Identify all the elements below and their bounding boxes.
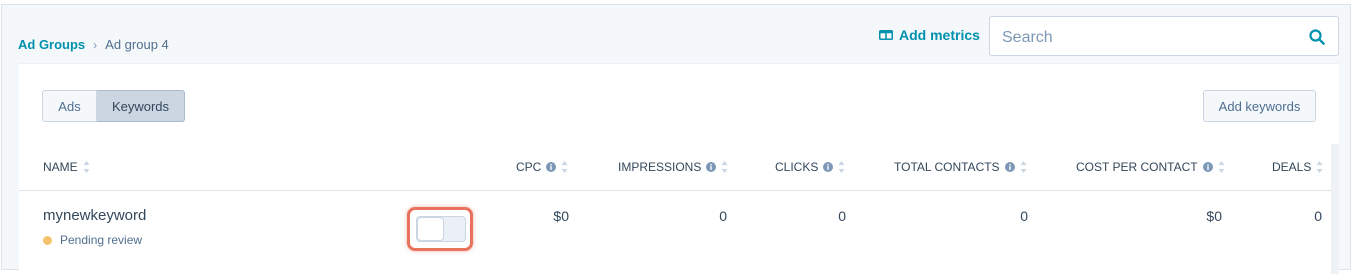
cell-cost-per-contact: $0	[1206, 208, 1222, 224]
breadcrumb-ad-groups-link[interactable]: Ad Groups	[18, 37, 85, 52]
sort-icon	[561, 161, 568, 173]
status-text: Pending review	[60, 233, 143, 247]
toggle-knob	[417, 217, 444, 241]
sort-icon	[1020, 161, 1027, 173]
search-box[interactable]	[989, 16, 1339, 56]
add-metrics-label: Add metrics	[899, 27, 980, 43]
ad-group-view: Ad Groups › Ad group 4 Add metrics Ads K…	[1, 4, 1351, 274]
sort-icon	[1316, 161, 1323, 173]
cell-clicks: 0	[838, 208, 846, 224]
column-header-total-contacts[interactable]: TOTAL CONTACTS	[894, 160, 1027, 174]
horizontal-scroll-track[interactable]	[1331, 144, 1339, 274]
tab-keywords[interactable]: Keywords	[97, 90, 185, 122]
sort-icon	[838, 161, 845, 173]
keyword-name[interactable]: mynewkeyword	[43, 207, 146, 224]
status-dot	[43, 235, 52, 245]
columns-icon	[879, 30, 893, 40]
column-header-impressions[interactable]: IMPRESSIONS	[618, 160, 728, 174]
toggle-highlight-callout	[407, 207, 473, 251]
column-header-name[interactable]: NAME	[43, 160, 90, 174]
table-header: NAME CPC IMPRESSIONS CLICKS TOTAL CONTAC…	[19, 154, 1331, 191]
sort-icon	[83, 161, 90, 173]
cell-deals: 0	[1314, 208, 1322, 224]
cell-total-contacts: 0	[1020, 208, 1028, 224]
cell-impressions: 0	[719, 208, 727, 224]
search-icon[interactable]	[1309, 29, 1325, 45]
search-input[interactable]	[1000, 26, 1294, 50]
info-icon[interactable]	[1202, 162, 1213, 172]
column-header-cost-per-contact[interactable]: COST PER CONTACT	[1076, 160, 1225, 174]
info-icon[interactable]	[706, 162, 717, 172]
cell-cpc: $0	[553, 208, 569, 224]
table-row: mynewkeyword Pending review $0 0 0 0 $0 …	[19, 191, 1331, 271]
breadcrumb-current: Ad group 4	[105, 37, 169, 52]
status-badge: Pending review	[43, 233, 142, 247]
info-icon[interactable]	[823, 162, 834, 172]
breadcrumb-separator: ›	[93, 37, 98, 52]
ads-keywords-toggle: Ads Keywords	[42, 90, 185, 122]
info-icon[interactable]	[546, 162, 557, 172]
tab-ads[interactable]: Ads	[42, 90, 97, 122]
keyword-status-toggle[interactable]	[416, 216, 466, 242]
breadcrumb: Ad Groups › Ad group 4	[18, 37, 169, 52]
add-keywords-button[interactable]: Add keywords	[1203, 90, 1316, 122]
sort-icon	[721, 161, 728, 173]
keywords-panel: Ads Keywords Add keywords NAME CPC IMPRE…	[19, 63, 1339, 274]
column-header-cpc[interactable]: CPC	[516, 160, 568, 174]
info-icon[interactable]	[1004, 162, 1015, 172]
sort-icon	[1218, 161, 1225, 173]
column-header-deals[interactable]: DEALS	[1272, 160, 1323, 174]
column-header-clicks[interactable]: CLICKS	[775, 160, 845, 174]
add-metrics-button[interactable]: Add metrics	[879, 27, 980, 43]
